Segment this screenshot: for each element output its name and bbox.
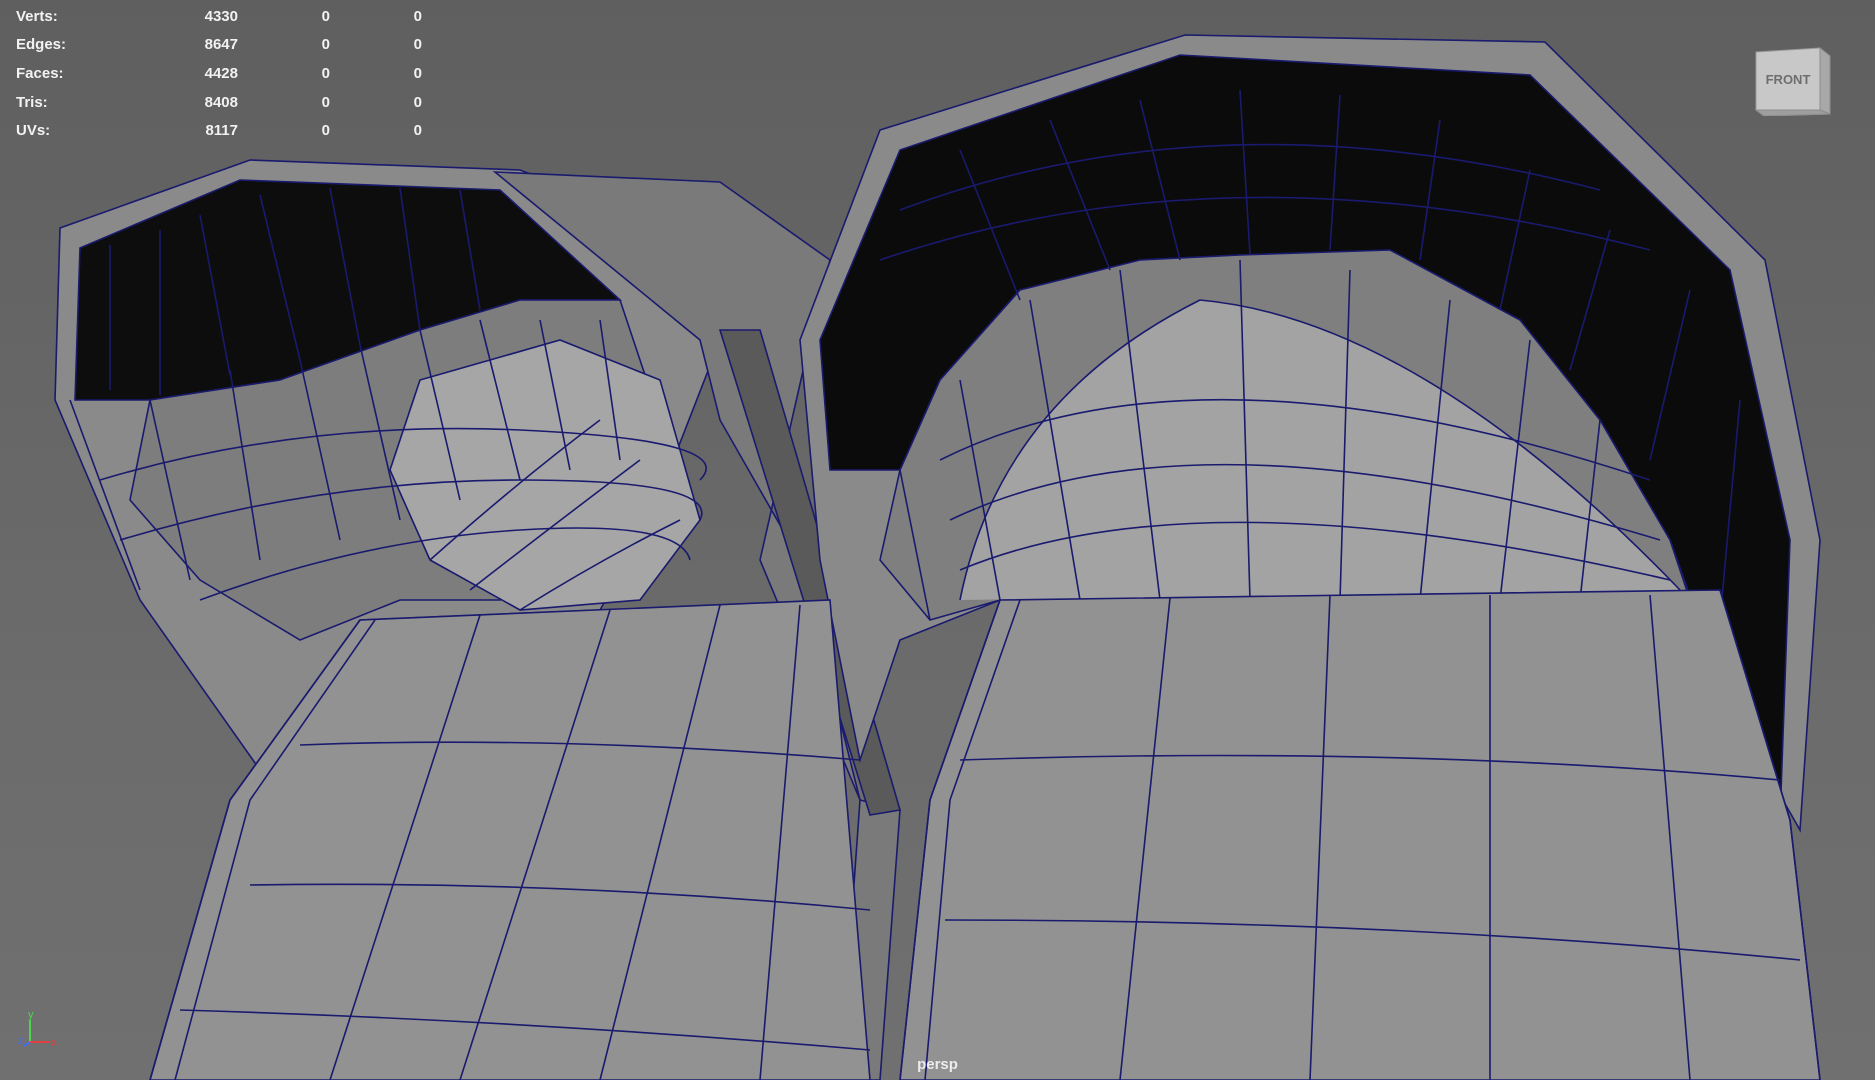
- 3d-viewport[interactable]: Verts: 4330 0 0 Edges: 8647 0 0 Faces: 4…: [0, 0, 1875, 1080]
- hud-value: 8117: [205, 122, 238, 140]
- axis-x-label: x: [51, 1037, 57, 1049]
- viewcube-face-label: FRONT: [1766, 72, 1811, 87]
- hud-value: 0: [321, 36, 330, 54]
- hud-label: Edges:: [16, 36, 67, 54]
- axis-z-label: z: [18, 1035, 24, 1047]
- hud-row-edges: Edges: 8647 0 0: [16, 31, 422, 60]
- hud-value: 4330: [204, 7, 238, 25]
- hud-row-uvs: UVs: 8117 0 0: [16, 116, 422, 145]
- axis-y-label: y: [28, 1010, 34, 1021]
- hud-label: Verts:: [16, 7, 58, 25]
- hud-value: 0: [321, 7, 330, 25]
- axis-gizmo: y z x: [18, 1010, 57, 1049]
- hud-value: 0: [321, 64, 330, 82]
- hud-row-faces: Faces: 4428 0 0: [16, 59, 422, 88]
- hud-value: 4428: [204, 64, 238, 82]
- hud-label: Tris:: [16, 93, 48, 111]
- hud-row-tris: Tris: 8408 0 0: [16, 88, 422, 117]
- view-cube[interactable]: FRONT: [1752, 44, 1834, 116]
- hud-value: 0: [413, 7, 422, 25]
- right-seat-cushion: [899, 589, 1821, 1080]
- hud-row-verts: Verts: 4330 0 0: [16, 2, 422, 31]
- hud-value: 8408: [204, 93, 238, 111]
- hud-label: Faces:: [16, 64, 64, 82]
- hud-value: 0: [413, 93, 422, 111]
- poly-count-hud: Verts: 4330 0 0 Edges: 8647 0 0 Faces: 4…: [16, 2, 422, 145]
- hud-value: 0: [413, 122, 422, 140]
- hud-value: 0: [413, 36, 422, 54]
- hud-label: UVs:: [16, 122, 51, 140]
- hud-value: 0: [321, 122, 330, 140]
- hud-value: 0: [321, 93, 330, 111]
- hud-value: 0: [413, 64, 422, 82]
- wireframe-mesh: [54, 34, 1821, 1080]
- camera-name-label: persp: [917, 1056, 958, 1073]
- hud-value: 8647: [204, 36, 238, 54]
